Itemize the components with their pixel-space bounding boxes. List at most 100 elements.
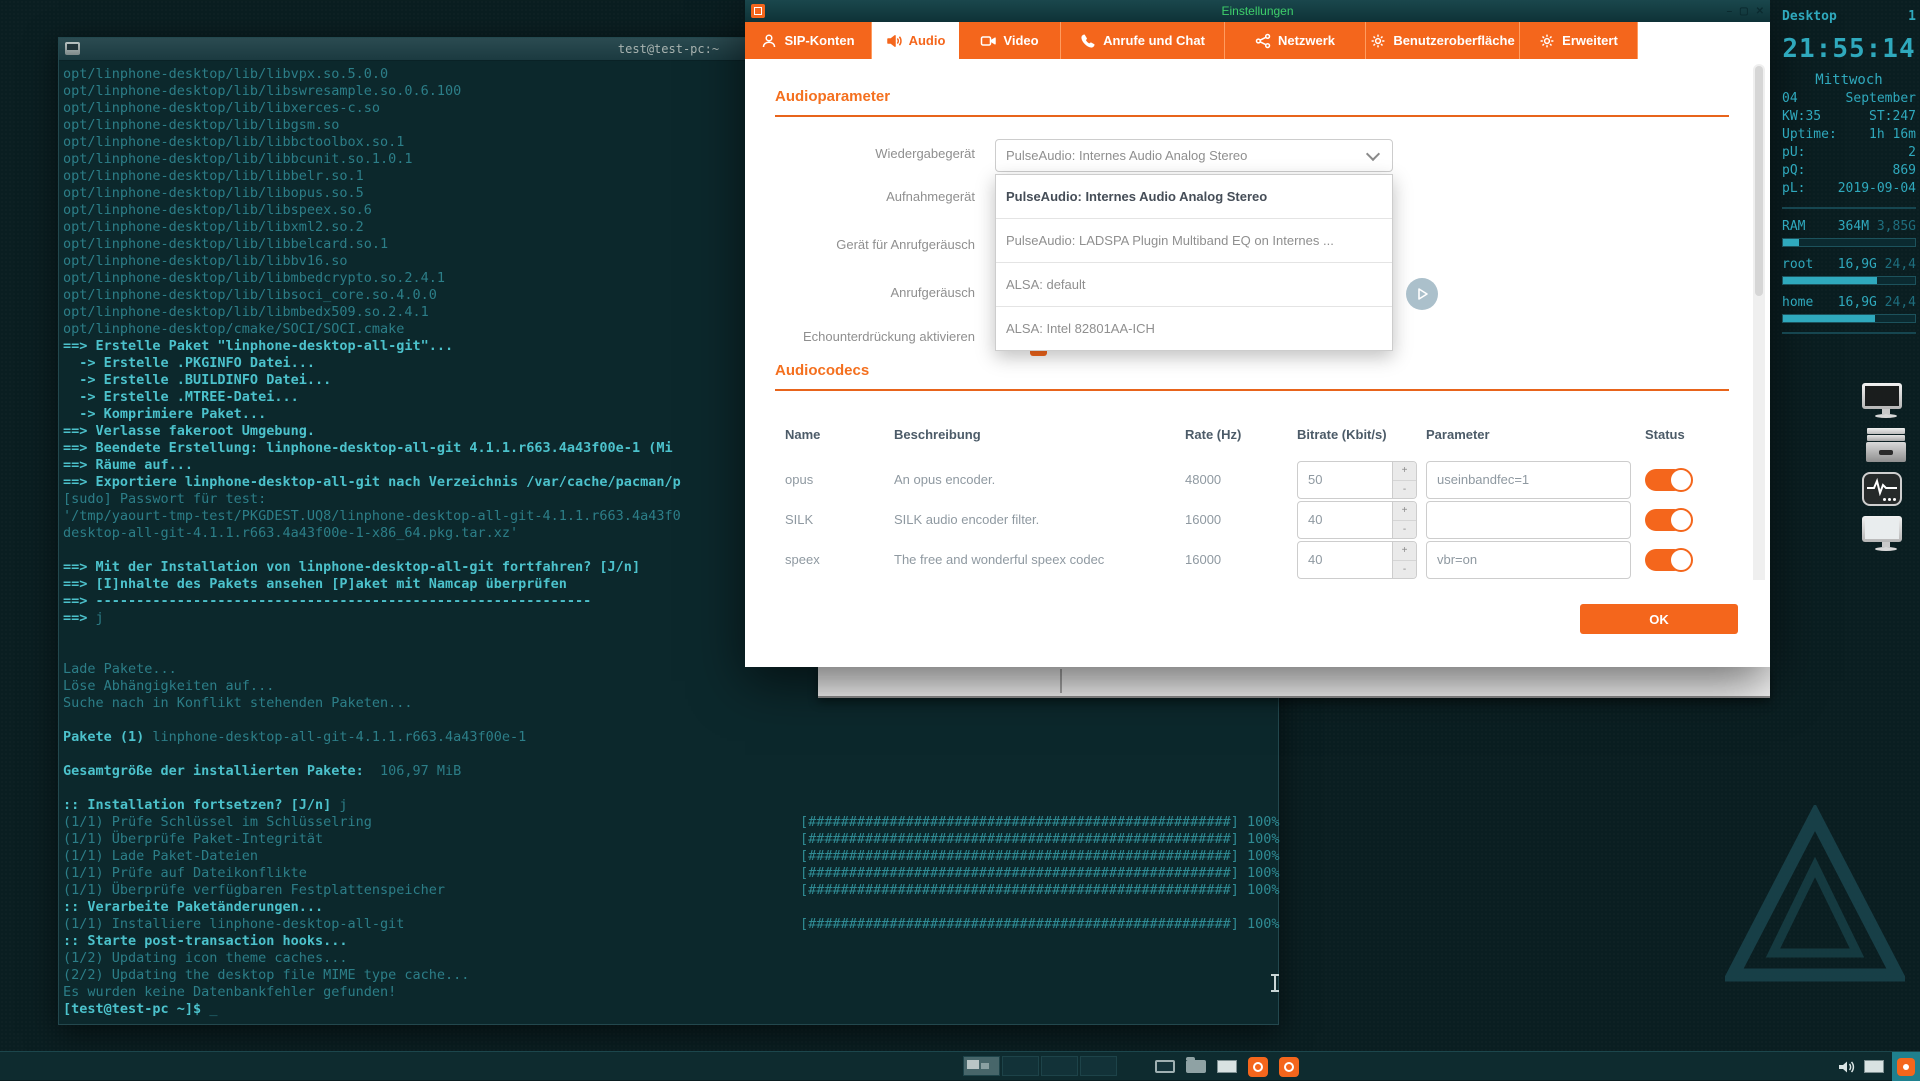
codec-name: speex bbox=[785, 552, 820, 567]
terminal-line: [test@test-pc ~]$ _ bbox=[63, 1001, 218, 1017]
parameter-value: vbr=on bbox=[1437, 552, 1478, 567]
tab-audio[interactable]: Audio bbox=[872, 22, 959, 59]
bitrate-spinbox[interactable]: 50 + - bbox=[1297, 461, 1417, 499]
workspace-1[interactable] bbox=[963, 1056, 1000, 1076]
tab-erweitert[interactable]: Erweitert bbox=[1520, 22, 1638, 59]
dialog-scrollbar[interactable] bbox=[1753, 64, 1765, 600]
column-header: Bitrate (Kbit/s) bbox=[1297, 427, 1387, 442]
play-icon bbox=[1418, 288, 1428, 300]
system-monitor-panel: Desktop 1 21:55:14 Mittwoch 04 September KW… bbox=[1782, 8, 1916, 343]
ok-button[interactable]: OK bbox=[1580, 604, 1738, 634]
text-cursor bbox=[1270, 974, 1280, 992]
dialog-footer: OK bbox=[745, 580, 1770, 667]
tab-video[interactable]: Video bbox=[959, 22, 1061, 59]
maximize-icon[interactable]: ▢ bbox=[1739, 6, 1748, 17]
terminal-line: Gesamtgröße der installierten Pakete: 10… bbox=[63, 763, 462, 779]
codec-rate: 16000 bbox=[1185, 552, 1222, 567]
spin-down-icon[interactable]: - bbox=[1393, 561, 1416, 578]
heading-rule bbox=[775, 115, 1729, 117]
toggle-knob bbox=[1669, 508, 1693, 532]
meter-fill bbox=[1783, 277, 1877, 284]
meter-labels: RAM 364M 3,85G bbox=[1782, 219, 1916, 234]
app-icon bbox=[751, 4, 765, 18]
background-window[interactable] bbox=[818, 667, 1770, 698]
parameter-input[interactable]: vbr=on bbox=[1426, 541, 1631, 579]
tab-label: Benutzeroberfläche bbox=[1393, 33, 1515, 48]
display-light-icon[interactable] bbox=[1862, 516, 1910, 551]
display-icon[interactable] bbox=[1217, 1060, 1237, 1073]
tab-anrufe-und-chat[interactable]: Anrufe und Chat bbox=[1061, 22, 1225, 59]
gear-icon bbox=[1540, 34, 1554, 47]
desktop-number: 1 bbox=[1908, 9, 1916, 24]
dropdown-option[interactable]: ALSA: Intel 82801AA-ICH bbox=[996, 306, 1392, 350]
volume-icon[interactable] bbox=[1838, 1059, 1856, 1075]
tab-sip-konten[interactable]: SIP-Konten bbox=[745, 22, 872, 59]
meter-bar bbox=[1782, 314, 1916, 323]
meter-labels: root 16,9G 24,4 bbox=[1782, 257, 1916, 272]
spin-up-icon[interactable]: + bbox=[1393, 542, 1416, 561]
terminal-line: (2/2) Updating the desktop file MIME typ… bbox=[63, 967, 470, 983]
spin-buttons[interactable]: + - bbox=[1392, 502, 1416, 538]
screen bbox=[1862, 383, 1902, 409]
workspace-2[interactable] bbox=[1002, 1056, 1039, 1076]
conky-row: pQ: 869 bbox=[1782, 163, 1916, 178]
scrollbar-thumb[interactable] bbox=[1755, 66, 1763, 296]
dropdown-option[interactable]: ALSA: default bbox=[996, 262, 1392, 306]
display-icon[interactable] bbox=[1864, 1060, 1884, 1073]
conky-meter-home: home 16,9G 24,4 bbox=[1782, 294, 1916, 323]
codec-name: opus bbox=[785, 472, 814, 487]
tab-netzwerk[interactable]: Netzwerk bbox=[1225, 22, 1366, 59]
spin-buttons[interactable]: + - bbox=[1392, 542, 1416, 578]
base bbox=[1875, 547, 1897, 551]
folder-icon[interactable] bbox=[1186, 1057, 1206, 1073]
codec-status-toggle[interactable] bbox=[1645, 468, 1693, 492]
chevron-down-icon bbox=[1365, 146, 1381, 161]
workspace-4[interactable] bbox=[1080, 1056, 1117, 1076]
bitrate-spinbox[interactable]: 40 + - bbox=[1297, 501, 1417, 539]
codec-description: The free and wonderful speex codec bbox=[894, 552, 1105, 567]
tab-benutzeroberfl-che[interactable]: Benutzeroberfläche bbox=[1366, 22, 1520, 59]
terminal-icon bbox=[65, 42, 80, 55]
gear-icon bbox=[1371, 34, 1385, 47]
monitor-icon[interactable] bbox=[1155, 1060, 1175, 1073]
bitrate-spinbox[interactable]: 40 + - bbox=[1297, 541, 1417, 579]
app-orange-icon[interactable] bbox=[1248, 1056, 1268, 1077]
parameter-input[interactable]: useinbandfec=1 bbox=[1426, 461, 1631, 499]
codec-status-toggle[interactable] bbox=[1645, 508, 1693, 532]
minimize-icon[interactable]: – bbox=[1727, 6, 1733, 17]
system-monitor-icon[interactable] bbox=[1862, 472, 1902, 506]
playback-device-dropdown: PulseAudio: Internes Audio Analog Stereo… bbox=[995, 174, 1393, 351]
dropdown-option[interactable]: PulseAudio: Internes Audio Analog Stereo bbox=[996, 175, 1392, 218]
spin-down-icon[interactable]: - bbox=[1393, 481, 1416, 498]
form-label: Wiedergabegerät bbox=[875, 146, 975, 161]
monitor-icon[interactable] bbox=[1862, 383, 1910, 418]
progress-bar: [#######################################… bbox=[800, 848, 1280, 864]
codec-status-toggle[interactable] bbox=[1645, 548, 1693, 572]
spin-up-icon[interactable]: + bbox=[1393, 502, 1416, 521]
parameter-input[interactable] bbox=[1426, 501, 1631, 539]
screen bbox=[1862, 516, 1902, 542]
close-icon[interactable]: ✕ bbox=[1756, 6, 1764, 17]
bitrate-value: 50 bbox=[1308, 472, 1323, 487]
toggle-knob bbox=[1669, 468, 1693, 492]
spin-up-icon[interactable]: + bbox=[1393, 462, 1416, 481]
spin-down-icon[interactable]: - bbox=[1393, 521, 1416, 538]
dialog-titlebar[interactable]: Einstellungen – ▢ ✕ bbox=[745, 0, 1770, 22]
dialog-title: Einstellungen bbox=[1221, 4, 1294, 18]
phone-icon bbox=[1081, 33, 1095, 48]
terminal-line: (1/1) Überprüfe Paket-Integrität [#######… bbox=[63, 831, 1280, 847]
spin-buttons[interactable]: + - bbox=[1392, 462, 1416, 498]
conky-meter-root: root 16,9G 24,4 bbox=[1782, 256, 1916, 285]
dropdown-option[interactable]: PulseAudio: LADSPA Plugin Multiband EQ o… bbox=[996, 218, 1392, 262]
playback-device-combobox[interactable]: PulseAudio: Internes Audio Analog Stereo bbox=[995, 139, 1393, 172]
app-orange-icon[interactable] bbox=[1279, 1056, 1299, 1077]
workspace-3[interactable] bbox=[1041, 1056, 1078, 1076]
file-cabinet-icon[interactable] bbox=[1862, 428, 1910, 462]
settings-orange-icon[interactable] bbox=[1892, 1052, 1920, 1081]
network-icon bbox=[1255, 33, 1271, 48]
window-divider bbox=[1060, 669, 1062, 693]
play-test-sound-button[interactable] bbox=[1406, 278, 1438, 310]
